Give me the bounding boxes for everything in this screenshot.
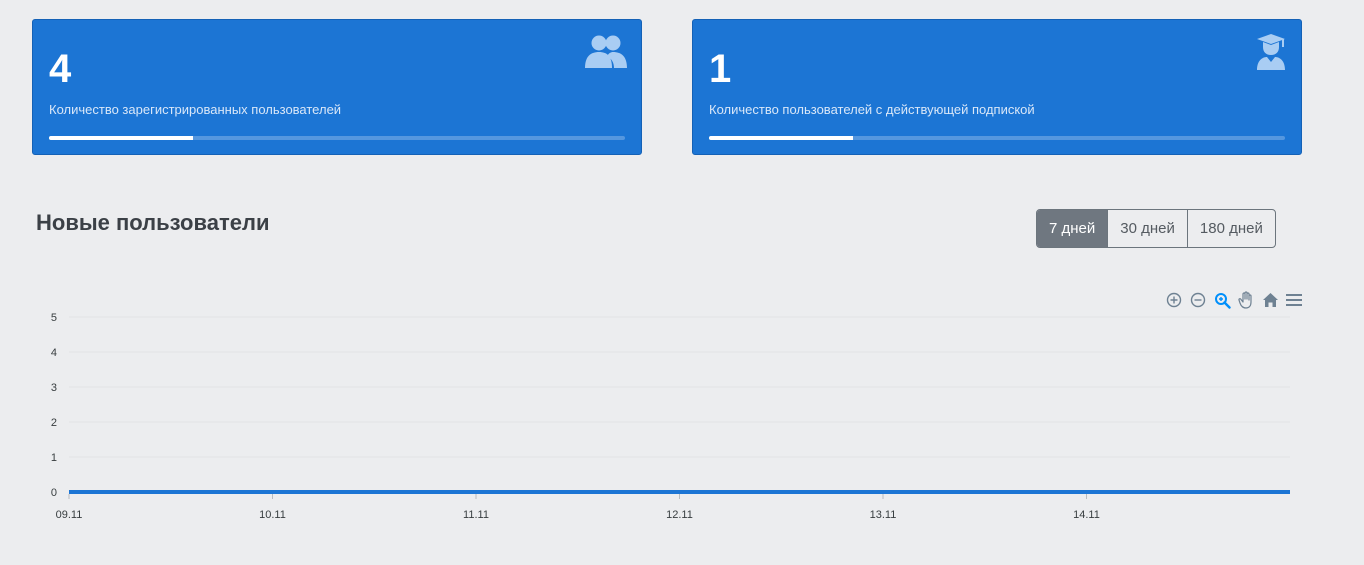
y-tick-label: 3 <box>51 382 57 394</box>
y-tick-label: 1 <box>51 452 57 464</box>
pan-icon[interactable] <box>1236 290 1256 310</box>
y-tick-label: 0 <box>51 487 57 499</box>
y-tick-label: 5 <box>51 312 57 324</box>
zoom-in-icon[interactable] <box>1164 290 1184 310</box>
zoom-out-icon[interactable] <box>1188 290 1208 310</box>
x-tick-label: 09.11 <box>56 509 83 521</box>
selection-zoom-icon[interactable] <box>1212 290 1232 310</box>
chart-toolbar <box>1164 290 1304 310</box>
reset-home-icon[interactable] <box>1260 290 1280 310</box>
y-tick-label: 4 <box>51 347 57 359</box>
y-tick-label: 2 <box>51 417 57 429</box>
x-tick-label: 11.11 <box>463 509 489 521</box>
x-tick-label: 14.11 <box>1073 509 1100 521</box>
menu-icon[interactable] <box>1284 290 1304 310</box>
new-users-chart: 0 1 2 3 4 5 09.11 10.11 11.11 12.11 13.11 14.11 <box>51 312 1290 521</box>
x-tick-label: 10.11 <box>259 509 286 521</box>
x-tick-label: 12.11 <box>666 509 693 521</box>
x-tick-label: 13.11 <box>870 509 897 521</box>
